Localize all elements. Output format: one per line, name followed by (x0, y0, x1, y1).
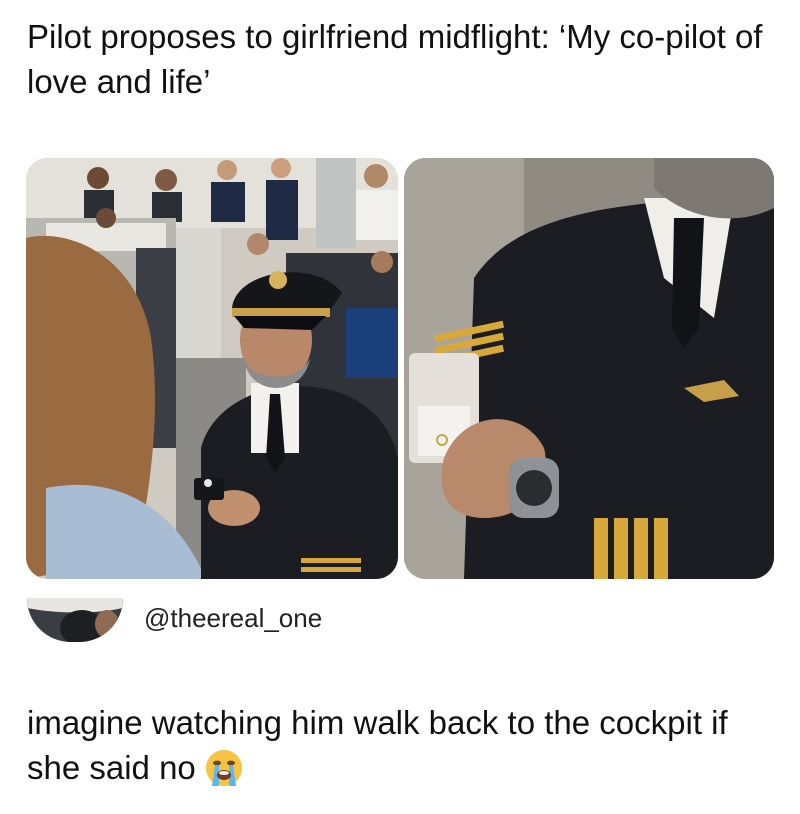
author-row[interactable]: @theereal_one (27, 598, 527, 644)
author-handle[interactable]: @theereal_one (144, 602, 322, 634)
photo-pilot-kneeling-proposal[interactable] (26, 158, 398, 579)
tweet-text: imagine watching him walk back to the co… (27, 700, 767, 790)
loudly-crying-face-emoji (204, 748, 244, 788)
tweet-body: imagine watching him walk back to the co… (27, 704, 728, 786)
photo-pilot-holding-ring-box[interactable] (404, 158, 774, 579)
avatar-icon[interactable] (27, 598, 123, 642)
post-headline: Pilot proposes to girlfriend midflight: … (27, 18, 763, 100)
